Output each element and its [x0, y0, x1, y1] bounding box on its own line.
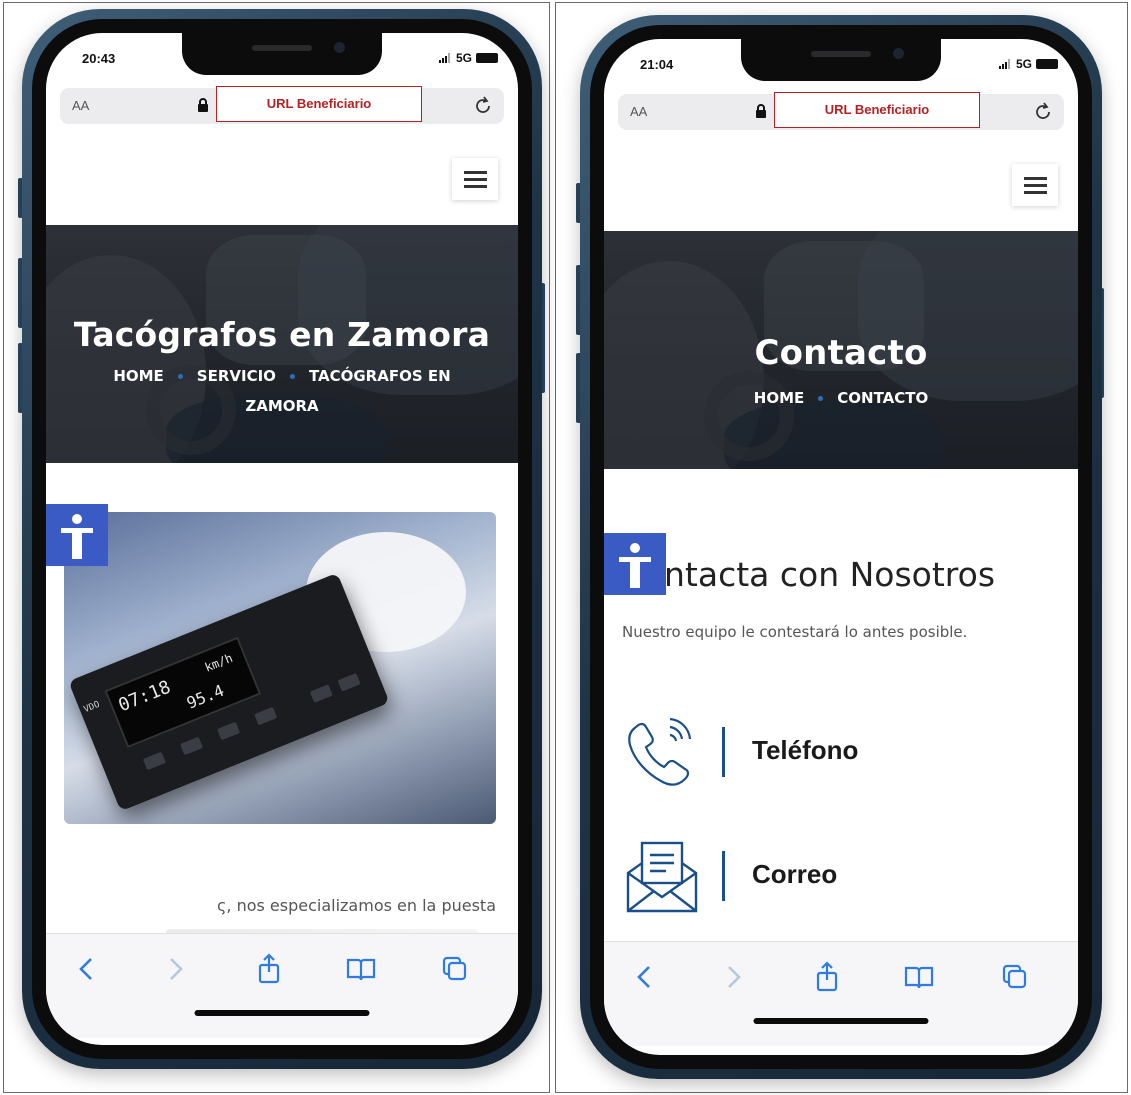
tachograph-image: VDO 07:18 km/h 95.4 [64, 512, 496, 824]
network-label: 5G [1015, 57, 1032, 71]
envelope-icon [626, 841, 698, 913]
contact-label-phone: Teléfono [752, 735, 859, 765]
reader-aa-button[interactable]: AA [72, 98, 89, 113]
notch [741, 39, 941, 81]
accessibility-icon [619, 543, 651, 588]
tabs-icon[interactable] [438, 952, 472, 986]
address-bar[interactable]: AA URL Beneficiario [60, 86, 504, 124]
status-indicators: 5G [998, 57, 1058, 71]
signal-icon [438, 53, 452, 63]
page-title: Contacto [754, 333, 928, 373]
contact-item-phone[interactable]: Teléfono [622, 715, 1052, 795]
status-time: 20:43 [82, 51, 116, 66]
front-camera [893, 48, 904, 59]
safari-toolbar [604, 941, 1078, 1046]
network-label: 5G [455, 51, 472, 65]
accessibility-icon [61, 514, 93, 559]
screen-left: 20:43 5G AA URL Beneficiario Tacógrafos … [46, 33, 518, 1045]
breadcrumb: HOME SERVICIO TACÓGRAFOS EN ZAMORA [46, 361, 518, 421]
signal-icon [998, 59, 1012, 69]
breadcrumb-servicio[interactable]: SERVICIO [197, 367, 276, 385]
breadcrumb-home[interactable]: HOME [113, 367, 163, 385]
lock-icon [198, 98, 208, 112]
front-camera [334, 42, 345, 53]
section-title: ntacta con Nosotros [664, 555, 996, 594]
section-subtitle: Nuestro equipo le contestará lo antes po… [622, 623, 968, 641]
speaker [811, 51, 871, 57]
forward-icon[interactable] [716, 960, 750, 994]
status-indicators: 5G [438, 51, 498, 65]
forward-icon[interactable] [158, 952, 192, 986]
tabs-icon[interactable] [998, 960, 1032, 994]
accessibility-button[interactable] [46, 504, 108, 566]
breadcrumb-current-wrap: ZAMORA [245, 397, 319, 415]
divider [722, 851, 725, 901]
right-panel: 21:04 5G AA URL Beneficiario Contacto HO… [555, 2, 1128, 1093]
bookmarks-icon[interactable] [902, 960, 936, 994]
phone-icon [628, 717, 692, 786]
divider [722, 727, 725, 777]
phone-right: 21:04 5G AA URL Beneficiario Contacto HO… [580, 15, 1102, 1079]
back-icon[interactable] [628, 960, 662, 994]
share-icon[interactable] [252, 952, 286, 986]
site-header [46, 128, 518, 224]
notch [182, 33, 382, 75]
breadcrumb: HOME CONTACTO [604, 383, 1078, 413]
breadcrumb-current: TACÓGRAFOS EN [308, 367, 451, 385]
hamburger-icon[interactable] [1012, 164, 1058, 206]
phone-left: 20:43 5G AA URL Beneficiario Tacógrafos … [22, 9, 542, 1069]
battery-icon [476, 53, 498, 63]
lock-icon [756, 104, 766, 118]
left-panel: 20:43 5G AA URL Beneficiario Tacógrafos … [3, 2, 550, 1093]
reload-icon[interactable] [472, 95, 494, 117]
contact-item-email[interactable]: Correo [622, 839, 1052, 919]
accessibility-button[interactable] [604, 533, 666, 595]
reload-icon[interactable] [1032, 101, 1054, 123]
bookmarks-icon[interactable] [344, 952, 378, 986]
address-bar[interactable]: AA URL Beneficiario [618, 92, 1064, 130]
safari-toolbar [46, 933, 518, 1038]
back-icon[interactable] [70, 952, 104, 986]
home-indicator[interactable] [753, 1018, 929, 1024]
status-time: 21:04 [640, 57, 674, 72]
screen-right: 21:04 5G AA URL Beneficiario Contacto HO… [604, 39, 1078, 1055]
url-highlight-box[interactable]: URL Beneficiario [216, 86, 422, 122]
hero-banner: Tacógrafos en Zamora HOME SERVICIO TACÓGRA… [46, 225, 518, 463]
contact-label-email: Correo [752, 859, 838, 889]
speaker [252, 45, 312, 51]
site-header [604, 134, 1078, 230]
page-title: Tacógrafos en Zamora [73, 315, 491, 354]
hero-banner: Contacto HOME CONTACTO [604, 231, 1078, 469]
breadcrumb-home[interactable]: HOME [754, 389, 804, 407]
body-text: ς, nos especializamos en la puesta [217, 896, 496, 915]
reader-aa-button[interactable]: AA [630, 104, 647, 119]
hamburger-icon[interactable] [452, 158, 498, 200]
breadcrumb-current: CONTACTO [837, 389, 929, 407]
battery-icon [1036, 59, 1058, 69]
share-icon[interactable] [810, 960, 844, 994]
url-highlight-box[interactable]: URL Beneficiario [774, 92, 980, 128]
home-indicator[interactable] [194, 1010, 370, 1016]
